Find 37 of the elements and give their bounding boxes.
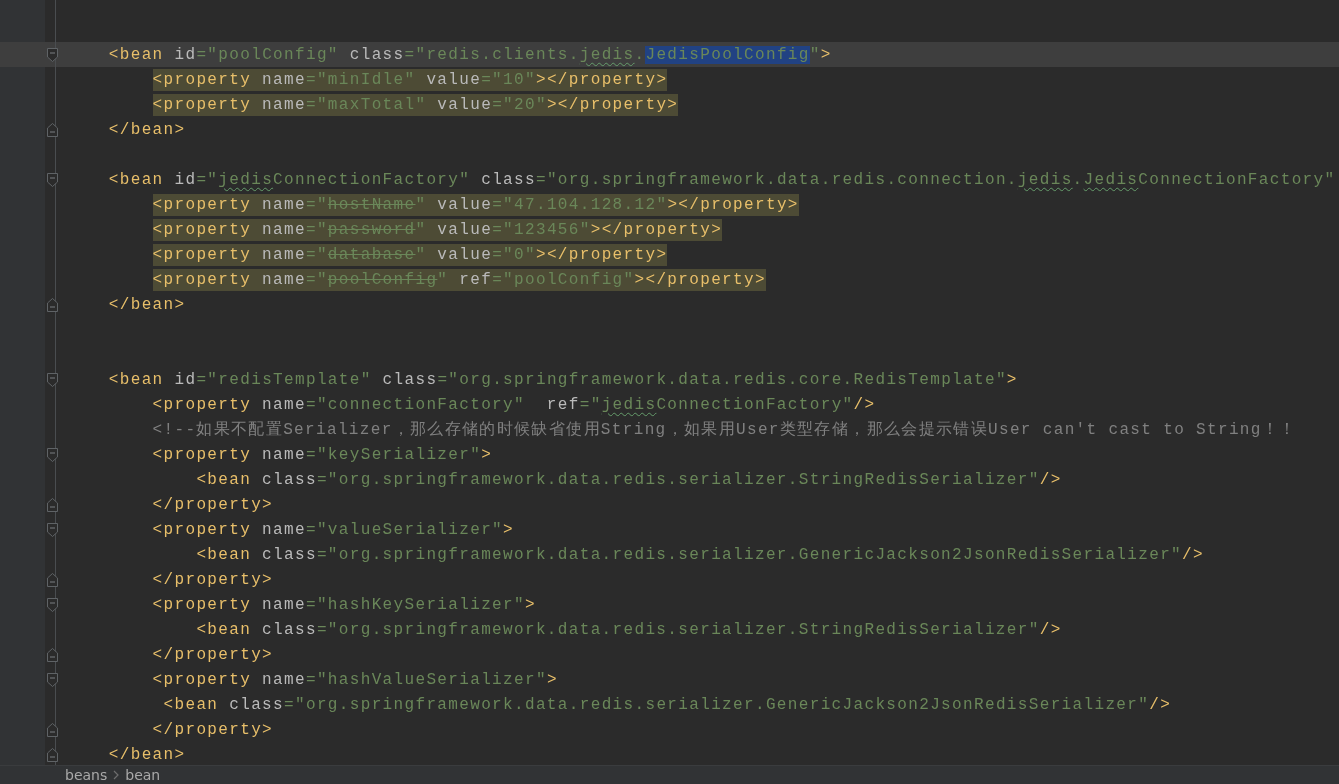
- code-line: </property>: [152, 569, 274, 591]
- fold-icon[interactable]: [46, 297, 58, 312]
- fold-icon[interactable]: [46, 722, 58, 737]
- fold-icon[interactable]: [46, 447, 58, 462]
- fold-icon[interactable]: [46, 522, 58, 537]
- code-line: </property>: [152, 644, 274, 666]
- code-line: <property name="connectionFactory" ref="jedisConnectionFactory"/>: [152, 394, 876, 416]
- code-line: <!--如果不配置Serializer，那么存储的时候缺省使用String，如果用User类型存储，那么会提示错误User can't cast to String！！: [152, 419, 1297, 441]
- code-line: </property>: [152, 719, 274, 741]
- code-line: </bean>: [108, 294, 186, 316]
- code-line: <property name="hashValueSerializer">: [152, 669, 558, 691]
- breadcrumb[interactable]: bean: [125, 766, 161, 784]
- code-line: <bean class="org.springframework.data.redis.serializer.GenericJackson2JsonRedisSerializer"/>: [163, 694, 1172, 716]
- fold-icon[interactable]: [46, 172, 58, 187]
- fold-icon[interactable]: [46, 122, 58, 137]
- code-line: <bean id="jedisConnectionFactory" class="org.springframework.data.redis.connection.jedis.JedisConnectionFactory": [108, 169, 1336, 191]
- code-line: <bean id="redisTemplate" class="org.springframework.data.redis.core.RedisTemplate">: [108, 369, 1018, 391]
- chevron-icon: [113, 770, 120, 780]
- code-line: </property>: [152, 494, 274, 516]
- fold-icon[interactable]: [46, 372, 58, 387]
- code-line: <bean class="org.springframework.data.redis.serializer.StringRedisSerializer"/>: [196, 469, 1062, 491]
- fold-icon[interactable]: [46, 47, 58, 62]
- fold-icon[interactable]: [46, 572, 58, 587]
- code-line: <property name="keySerializer">: [152, 444, 493, 466]
- code-line: </bean>: [108, 744, 186, 765]
- breadcrumb[interactable]: beans: [65, 766, 108, 784]
- code-line: <property name="hashKeySerializer">: [152, 594, 536, 616]
- code-line: <bean class="org.springframework.data.redis.serializer.GenericJackson2JsonRedisSerializer"/>: [196, 544, 1204, 566]
- fold-icon[interactable]: [46, 497, 58, 512]
- code-line: <bean class="org.springframework.data.redis.serializer.StringRedisSerializer"/>: [196, 619, 1062, 641]
- code-line: <property name="valueSerializer">: [152, 519, 515, 541]
- fold-icon[interactable]: [46, 597, 58, 612]
- code-line: </bean>: [108, 119, 186, 141]
- fold-icon[interactable]: [46, 747, 58, 762]
- fold-icon[interactable]: [46, 672, 58, 687]
- code-line: <bean id="poolConfig" class="redis.clients.jedis.JedisPoolConfig">: [108, 44, 832, 66]
- fold-icon[interactable]: [46, 647, 58, 662]
